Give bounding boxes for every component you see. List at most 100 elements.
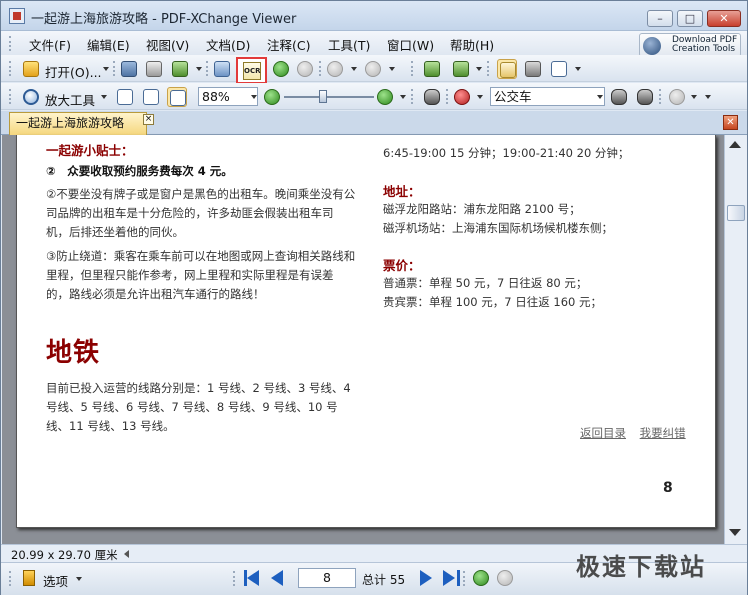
collapse-arrow-icon[interactable] — [124, 550, 129, 558]
save-button[interactable] — [119, 59, 139, 79]
zoom-toolbar: 放大工具 88% 公交车 — [1, 83, 747, 110]
next-page-button[interactable] — [417, 569, 435, 587]
zoom-slider-track[interactable] — [284, 96, 374, 98]
page-number-input[interactable]: 8 — [298, 568, 356, 588]
page-size-text: 20.99 x 29.70 厘米 — [11, 548, 118, 562]
tab-document[interactable]: 一起游上海旅游攻略 × — [9, 112, 154, 135]
redo-dropdown-icon[interactable] — [389, 67, 395, 71]
last-page-button[interactable] — [443, 569, 461, 587]
first-page-button[interactable] — [243, 569, 261, 587]
zoom-tool-button[interactable] — [21, 87, 41, 107]
menu-file[interactable]: 文件(F) — [29, 35, 71, 54]
ocr-button[interactable]: OCR — [236, 57, 267, 84]
redo-button[interactable] — [363, 59, 383, 79]
toolbar-grip[interactable] — [446, 89, 450, 104]
open-label[interactable]: 打开(O)... — [45, 62, 102, 81]
zoom-tool-dropdown-icon[interactable] — [101, 95, 107, 99]
open-button[interactable] — [21, 59, 41, 79]
nav-grip[interactable] — [233, 571, 237, 586]
minimize-button[interactable]: – — [647, 10, 673, 27]
rotate-left-button[interactable] — [422, 59, 442, 79]
tab-close-icon[interactable]: × — [143, 114, 154, 125]
toolbar-grip[interactable] — [487, 61, 491, 76]
toolbar-grip[interactable] — [113, 61, 117, 76]
options-dropdown-icon[interactable] — [76, 577, 82, 581]
toolbar-grip[interactable] — [411, 89, 415, 104]
pdf-page[interactable]: 一起游小贴士： ② 众要收取预约服务费每次 4 元。 ②不要坐没有牌子或是窗户是… — [16, 135, 716, 528]
fit-width-button[interactable] — [167, 87, 187, 107]
scroll-thumb[interactable] — [727, 205, 745, 221]
fare-line-2: 贵宾票：单程 100 元，7 日往返 160 元； — [383, 295, 602, 309]
rotate-right-button[interactable] — [451, 59, 471, 79]
select-tool-button[interactable] — [549, 59, 569, 79]
toolbar-grip[interactable] — [319, 61, 323, 76]
snapshot-button[interactable] — [523, 59, 543, 79]
zoom-in-dropdown-icon[interactable] — [400, 95, 406, 99]
history-forward-button[interactable] — [495, 568, 515, 588]
menubar-grip[interactable] — [9, 36, 13, 51]
zoom-tool-label[interactable]: 放大工具 — [45, 90, 95, 109]
menu-tools[interactable]: 工具(T) — [328, 35, 370, 54]
rotate-dropdown-icon[interactable] — [476, 67, 482, 71]
previous-page-button[interactable] — [269, 569, 287, 587]
zoom-dropdown-icon[interactable] — [251, 95, 257, 99]
menu-comments[interactable]: 注释(C) — [267, 35, 310, 54]
next-page-icon — [420, 570, 432, 586]
menu-document[interactable]: 文档(D) — [206, 35, 250, 54]
zoom-level-select[interactable]: 88% — [198, 87, 258, 106]
toolbar-grip[interactable] — [206, 61, 210, 76]
search-dropdown-icon[interactable] — [597, 95, 603, 99]
nav-grip[interactable] — [463, 571, 467, 586]
scroll-up-icon[interactable] — [729, 141, 741, 148]
close-button[interactable]: ✕ — [707, 10, 741, 27]
scroll-down-icon[interactable] — [729, 529, 741, 536]
statusbar-grip[interactable] — [9, 571, 13, 586]
menu-edit[interactable]: 编辑(E) — [87, 35, 130, 54]
search-input[interactable]: 公交车 — [490, 87, 605, 106]
app-icon[interactable] — [9, 8, 25, 24]
vertical-scrollbar[interactable] — [724, 135, 747, 544]
back-to-contents-link[interactable]: 返回目录 — [580, 426, 626, 440]
title-bar: 一起游上海旅游攻略 - PDF-XChange Viewer – □ ✕ — [1, 1, 747, 31]
find-previous-button[interactable] — [609, 87, 629, 107]
undo-dropdown-icon[interactable] — [351, 67, 357, 71]
hand-tool-button[interactable] — [497, 59, 517, 79]
scan-dropdown-icon[interactable] — [196, 67, 202, 71]
download-pdf-button[interactable]: Download PDF Creation Tools — [639, 33, 741, 57]
fare-line-1: 普通票：单程 50 元，7 日往返 80 元； — [383, 276, 588, 290]
select-dropdown-icon[interactable] — [575, 67, 581, 71]
print-button[interactable] — [144, 59, 164, 79]
scan-button[interactable] — [170, 59, 190, 79]
ask-search-button[interactable] — [452, 87, 472, 107]
options-button[interactable]: 选项 — [43, 571, 68, 590]
actual-size-button[interactable] — [115, 87, 135, 107]
highlight-dropdown-icon[interactable] — [691, 95, 697, 99]
toolbar-grip[interactable] — [411, 61, 415, 76]
highlight-tool-button[interactable] — [667, 87, 687, 107]
history-back-icon — [473, 570, 489, 586]
history-back-button[interactable] — [471, 568, 491, 588]
toolbar-grip[interactable] — [9, 61, 13, 76]
toolbar-grip[interactable] — [659, 89, 663, 104]
toolbar-grip[interactable] — [9, 89, 13, 104]
open-dropdown-icon[interactable] — [103, 67, 109, 71]
document-view[interactable]: 一起游小贴士： ② 众要收取预约服务费每次 4 元。 ②不要坐没有牌子或是窗户是… — [2, 135, 724, 544]
forward-button[interactable] — [295, 59, 315, 79]
search-engine-dropdown-icon[interactable] — [477, 95, 483, 99]
zoom-in-button[interactable] — [375, 87, 395, 107]
close-document-button[interactable]: ✕ — [723, 115, 738, 130]
toolbar-overflow-icon[interactable] — [705, 95, 711, 99]
fit-page-button[interactable] — [141, 87, 161, 107]
menu-view[interactable]: 视图(V) — [146, 35, 189, 54]
zoom-slider-thumb[interactable] — [319, 90, 327, 103]
undo-button[interactable] — [325, 59, 345, 79]
back-button[interactable] — [271, 59, 291, 79]
maximize-button[interactable]: □ — [677, 10, 703, 27]
find-button[interactable] — [422, 87, 442, 107]
report-error-link[interactable]: 我要纠错 — [640, 426, 686, 440]
menu-help[interactable]: 帮助(H) — [450, 35, 494, 54]
zoom-out-button[interactable] — [262, 87, 282, 107]
find-next-button[interactable] — [635, 87, 655, 107]
export-button[interactable] — [212, 59, 232, 79]
menu-window[interactable]: 窗口(W) — [387, 35, 434, 54]
